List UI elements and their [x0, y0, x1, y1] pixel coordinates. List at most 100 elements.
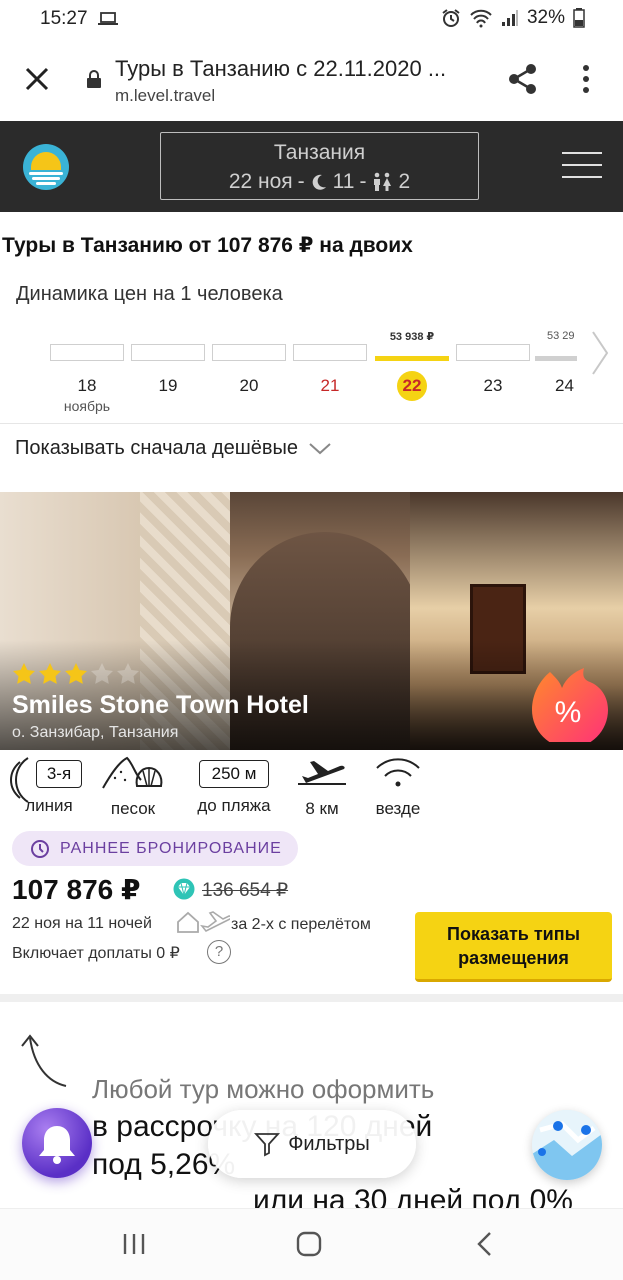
price-calendar: 18 ноябрь 19 20 21 53 938 ₽ 22 23 53 29 … [0, 330, 623, 415]
more-options-icon[interactable] [580, 64, 592, 94]
airplane-icon [298, 761, 346, 785]
calendar-day-number: 20 [239, 376, 259, 395]
star-icon [65, 663, 87, 684]
calendar-day[interactable]: 20 [210, 330, 288, 401]
tourists-icon [374, 172, 392, 191]
battery-percent: 32% [526, 7, 565, 28]
star-empty-icon [91, 663, 113, 684]
early-booking-badge: РАННЕЕ БРОНИРОВАНИЕ [12, 831, 298, 866]
search-summary[interactable]: Танзания 22 ноя - 11 - 2 [160, 132, 479, 200]
hot-discount-icon: % [532, 668, 608, 742]
menu-icon[interactable] [562, 152, 602, 180]
price-dynamics-title: Динамика цен на 1 человека [16, 283, 283, 305]
feature-wifi: везде [364, 752, 432, 819]
old-price: 136 654 ₽ [202, 880, 289, 901]
search-tourists: 2 [398, 170, 411, 193]
sand-shell-icon [102, 756, 163, 789]
feature-airport-label: 8 км [305, 799, 339, 818]
feature-airport: 8 км [292, 752, 352, 819]
status-right: 32% [441, 7, 585, 29]
calendar-day-number: 19 [158, 376, 178, 395]
close-icon[interactable] [22, 64, 52, 94]
filters-button[interactable]: Фильтры [208, 1110, 416, 1178]
calendar-day-number: 21 [320, 376, 340, 395]
waves-icon [10, 757, 29, 803]
hotel-stars [12, 662, 140, 686]
hotel-location: о. Занзибар, Танзания [12, 724, 179, 741]
moon-icon [312, 174, 326, 190]
feature-line: 3-я линия [6, 752, 92, 816]
browser-url[interactable]: m.level.travel [115, 86, 215, 106]
tour-dates: 22 ноя на 11 ночей [12, 915, 152, 932]
chevron-right-icon[interactable] [590, 330, 610, 376]
hotel-name[interactable]: Smiles Stone Town Hotel [12, 691, 309, 720]
calendar-day[interactable]: 18 ноябрь [48, 330, 126, 414]
feature-distance-value: 250 м [198, 760, 270, 788]
search-separator-2: - [359, 170, 367, 193]
promo-line-1: Любой тур можно оформить [92, 1074, 435, 1104]
wifi-icon [376, 758, 420, 787]
chevron-down-icon [309, 442, 331, 454]
calendar-day[interactable]: 21 [291, 330, 369, 401]
map-icon [532, 1110, 602, 1180]
search-params: 22 ноя - 11 - 2 [161, 170, 478, 194]
status-bar: 15:27 32% [0, 0, 623, 40]
calendar-day[interactable]: 19 [129, 330, 207, 401]
calendar-day[interactable]: 53 29 24 [535, 330, 577, 401]
help-icon[interactable]: ? [207, 940, 231, 964]
price-with-flight: за 2-х с перелётом [231, 916, 371, 933]
clock-icon [31, 839, 49, 858]
notifications-button[interactable] [22, 1108, 92, 1178]
tour-price: 107 876 ₽ [12, 874, 141, 905]
star-icon [13, 663, 35, 684]
diamond-icon [173, 878, 195, 900]
calendar-month: ноябрь [63, 398, 111, 414]
calendar-day-price: 53 938 ₽ [389, 331, 435, 343]
bell-icon [39, 1126, 75, 1164]
section-divider [0, 994, 623, 1002]
show-room-types-button[interactable]: Показать типы размещения [415, 912, 612, 982]
battery-icon [573, 8, 585, 28]
calendar-day[interactable]: 23 [454, 330, 532, 401]
recent-apps-icon[interactable] [121, 1231, 147, 1257]
search-destination: Танзания [273, 141, 366, 164]
feature-distance: 250 м до пляжа [186, 752, 282, 816]
search-date: 22 ноя [228, 170, 293, 193]
lock-icon [87, 70, 101, 88]
browser-toolbar: Туры в Танзанию с 22.11.2020 ... m.level… [0, 40, 623, 120]
star-icon [39, 663, 61, 684]
level-travel-logo[interactable] [23, 144, 69, 190]
status-time: 15:27 [40, 8, 88, 29]
feature-line-value: 3-я [35, 760, 83, 788]
calendar-day-number: 22 [397, 371, 427, 401]
wifi-status-icon [470, 9, 492, 28]
alarm-icon [442, 9, 460, 27]
search-nights: 11 [332, 170, 355, 193]
filter-icon [254, 1133, 281, 1157]
browser-page-title: Туры в Танзанию с 22.11.2020 ... [115, 56, 447, 81]
back-icon[interactable] [472, 1231, 498, 1257]
extra-fees: Включает доплаты 0 ₽ [12, 945, 180, 962]
home-icon[interactable] [296, 1231, 322, 1257]
feature-wifi-label: везде [375, 799, 421, 818]
feature-beach: песок [98, 752, 168, 819]
laptop-icon [98, 12, 118, 25]
feature-beach-label: песок [110, 799, 156, 818]
early-booking-text: РАННЕЕ БРОНИРОВАНИЕ [60, 839, 282, 857]
sort-dropdown[interactable]: Показывать сначала дешёвые [15, 437, 332, 460]
discount-percent: % [555, 696, 582, 729]
hotel-flight-icon [177, 911, 230, 933]
hotel-features: 3-я линия песок 250 м до пляжа 8 км везд… [0, 752, 623, 830]
filters-label: Фильтры [288, 1132, 370, 1155]
feature-distance-label: до пляжа [197, 796, 271, 815]
map-button[interactable] [532, 1110, 602, 1180]
search-separator: - [297, 170, 305, 193]
star-empty-icon [117, 663, 139, 684]
share-icon[interactable] [507, 62, 539, 96]
sort-label: Показывать сначала дешёвые [15, 437, 299, 459]
signal-icon [501, 10, 518, 26]
arrow-up-icon [21, 1034, 67, 1087]
divider [0, 423, 623, 424]
calendar-day-selected[interactable]: 53 938 ₽ 22 [373, 330, 451, 401]
calendar-day-price: 53 29 [547, 330, 575, 342]
